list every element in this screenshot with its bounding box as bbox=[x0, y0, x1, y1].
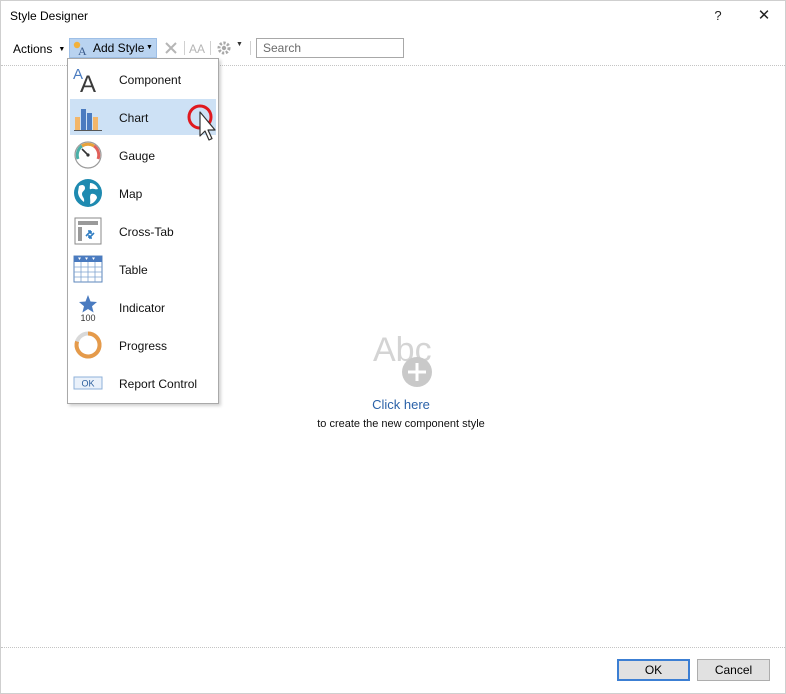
menu-item-map[interactable]: Map bbox=[70, 175, 216, 211]
svg-text:AA: AA bbox=[189, 42, 205, 56]
menu-item-indicator[interactable]: 100 Indicator bbox=[70, 289, 216, 325]
chevron-down-icon: ▼ bbox=[58, 45, 66, 53]
menu-item-label: Map bbox=[119, 187, 143, 201]
menu-item-label: Indicator bbox=[119, 301, 166, 315]
toolbar-separator bbox=[184, 41, 185, 55]
toolbar-separator bbox=[250, 41, 251, 55]
create-style-hint: to create the new component style bbox=[317, 418, 485, 430]
close-button[interactable]: ✕ bbox=[753, 3, 775, 29]
menu-item-progress[interactable]: Progress bbox=[70, 327, 216, 363]
menu-item-label: Cross-Tab bbox=[119, 225, 174, 239]
menu-item-report-control[interactable]: OK Report Control bbox=[70, 365, 216, 401]
toolbar-separator bbox=[210, 41, 211, 55]
gear-icon[interactable] bbox=[216, 40, 232, 56]
cross-tab-icon bbox=[74, 217, 102, 245]
create-style-link[interactable]: Click here bbox=[301, 397, 501, 412]
gauge-icon bbox=[74, 141, 102, 169]
menu-item-label: Gauge bbox=[119, 149, 156, 163]
menu-item-gauge[interactable]: Gauge bbox=[70, 137, 216, 173]
chevron-down-icon: ▼ bbox=[146, 44, 153, 51]
add-style-button[interactable]: A Add Style ▼ bbox=[69, 38, 157, 58]
add-style-label: Add Style bbox=[93, 41, 145, 55]
menu-item-component[interactable]: A A Component bbox=[70, 61, 216, 97]
search-field[interactable] bbox=[256, 38, 404, 58]
add-style-dropdown-menu: A A Component Chart Gauge Map Cross-Tab … bbox=[67, 58, 219, 404]
ok-button[interactable]: OK bbox=[617, 659, 690, 681]
menu-item-label: Report Control bbox=[119, 377, 198, 391]
component-icon: A A bbox=[73, 66, 96, 94]
report-control-icon-text: OK bbox=[81, 379, 94, 389]
indicator-icon: 100 bbox=[79, 295, 97, 322]
report-control-icon: OK bbox=[73, 376, 103, 390]
actions-menu-button[interactable]: Actions ▼ bbox=[7, 38, 71, 60]
delete-icon[interactable] bbox=[163, 40, 179, 56]
window-title: Style Designer bbox=[10, 9, 89, 23]
title-bar: Style Designer ? ✕ bbox=[1, 1, 786, 33]
content-bottom-border bbox=[1, 647, 786, 648]
menu-item-cross-tab[interactable]: Cross-Tab bbox=[70, 213, 216, 249]
chevron-down-icon[interactable]: ▼ bbox=[236, 41, 243, 48]
menu-item-label: Table bbox=[119, 263, 148, 277]
abc-add-icon: Abc bbox=[373, 331, 432, 387]
svg-text:A: A bbox=[80, 71, 96, 94]
table-icon bbox=[73, 255, 103, 283]
actions-label: Actions bbox=[13, 42, 53, 56]
map-icon bbox=[74, 179, 102, 207]
indicator-icon-text: 100 bbox=[80, 313, 95, 322]
menu-item-label: Chart bbox=[119, 111, 149, 125]
search-input[interactable] bbox=[257, 39, 403, 57]
menu-item-label: Component bbox=[119, 73, 182, 87]
progress-icon bbox=[74, 331, 102, 359]
svg-text:A: A bbox=[78, 44, 87, 56]
menu-item-chart[interactable]: Chart bbox=[70, 99, 216, 135]
cancel-button[interactable]: Cancel bbox=[697, 659, 770, 681]
menu-item-label: Progress bbox=[119, 339, 168, 353]
menu-item-table[interactable]: Table bbox=[70, 251, 216, 287]
font-style-icon[interactable]: AA bbox=[189, 40, 205, 56]
help-button[interactable]: ? bbox=[707, 3, 729, 29]
add-style-icon: A bbox=[73, 41, 87, 56]
chart-icon bbox=[74, 109, 102, 131]
